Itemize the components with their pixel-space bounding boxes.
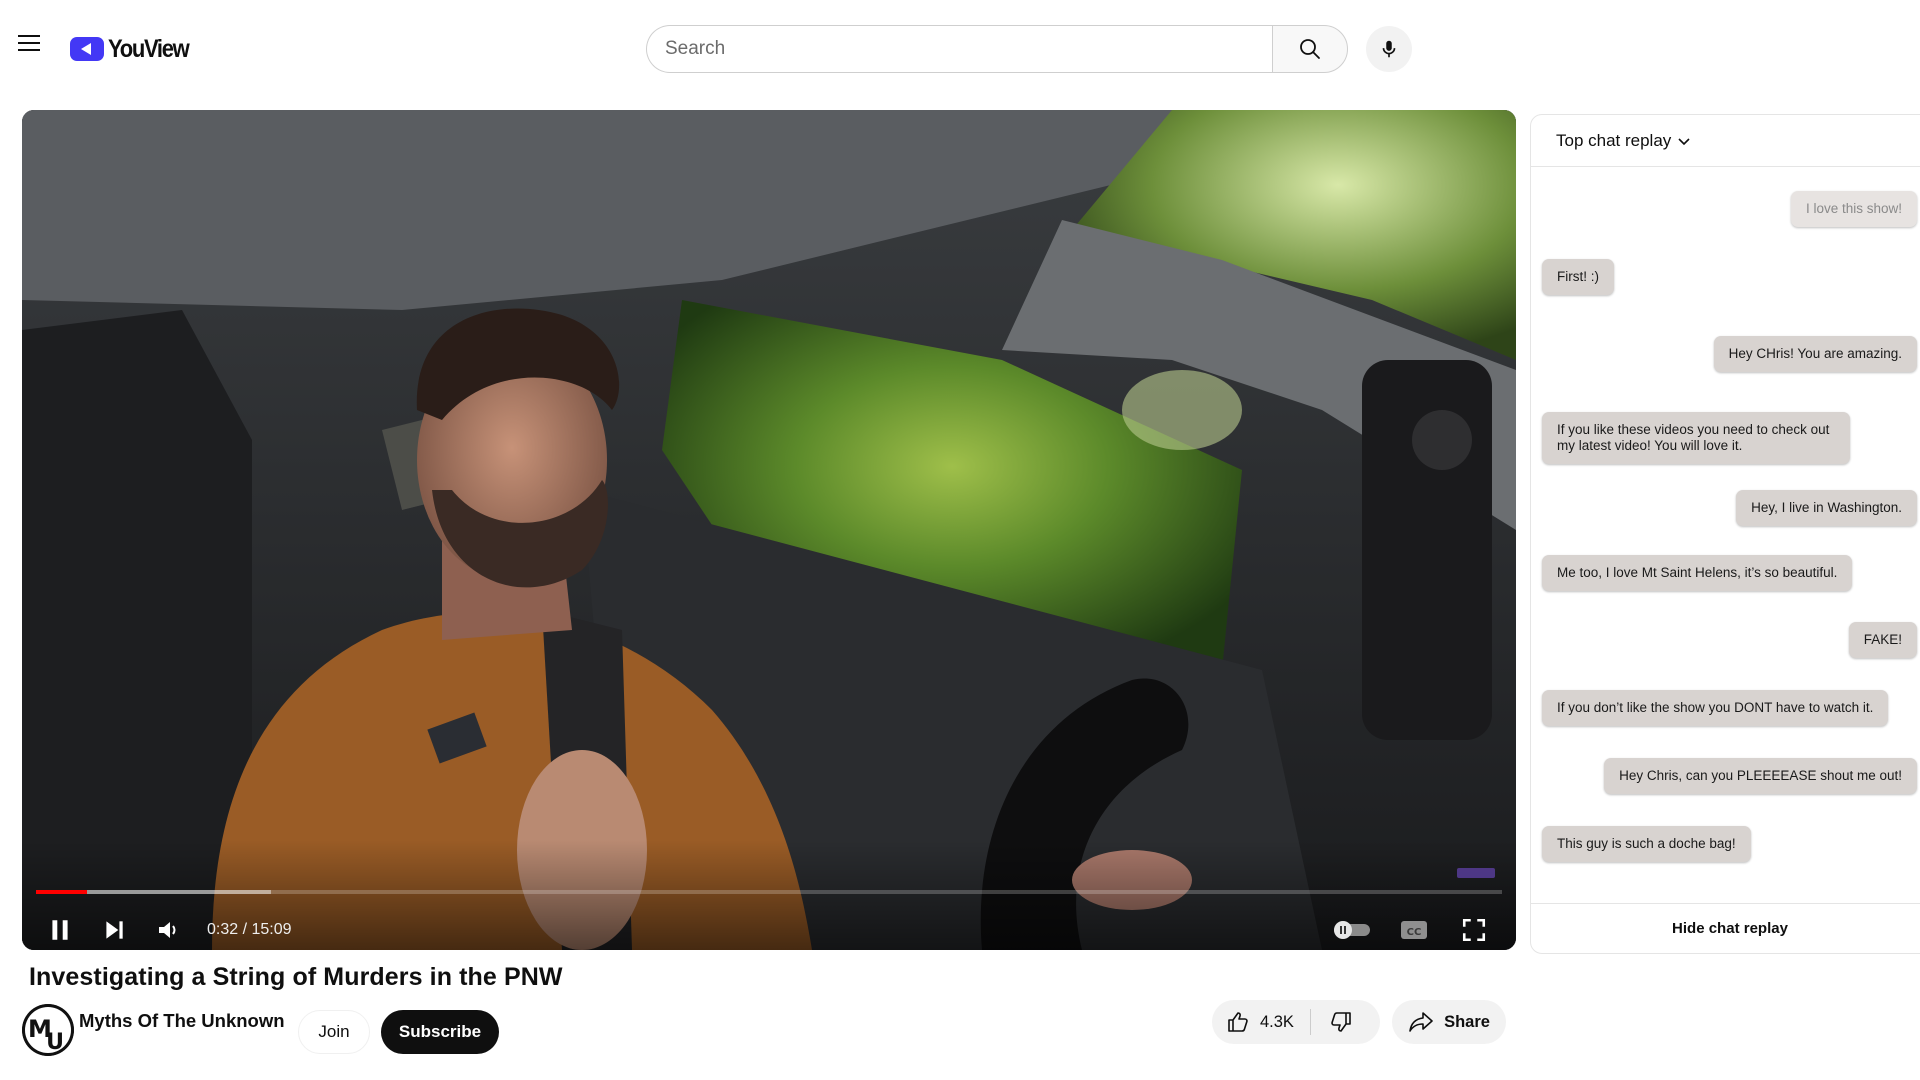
share-arrow-icon [1409, 1012, 1433, 1032]
search-icon [1300, 39, 1320, 59]
search-input[interactable] [646, 25, 1272, 73]
channel-avatar[interactable]: M U [22, 1004, 74, 1056]
captions-button[interactable]: CC [1394, 912, 1434, 948]
join-button[interactable]: Join [298, 1010, 370, 1054]
volume-icon [159, 922, 176, 938]
top-bar: YouView [0, 0, 1920, 98]
chat-message: If you don’t like the show you DONT have… [1542, 690, 1889, 726]
video-title: Investigating a String of Murders in the… [29, 963, 563, 991]
channel-name[interactable]: Myths Of The Unknown [79, 1010, 285, 1032]
chat-message: FAKE! [1848, 622, 1917, 658]
microphone-icon [1382, 40, 1396, 58]
chat-message: If you like these videos you need to che… [1542, 412, 1850, 464]
chat-header-label: Top chat replay [1556, 130, 1672, 150]
skip-next-icon [106, 921, 123, 939]
autoplay-toggle[interactable] [1330, 912, 1374, 948]
chat-replay-panel: Top chat replay I love this show! First!… [1530, 114, 1920, 954]
pause-button[interactable] [42, 912, 78, 948]
chat-message: This guy is such a doche bag! [1542, 826, 1751, 862]
share-label: Share [1444, 1012, 1490, 1031]
chat-messages: I love this show! First! :) Hey CHris! Y… [1531, 167, 1920, 905]
chat-message: Hey Chris, can you PLEEEEASE shout me ou… [1604, 758, 1917, 794]
thumbs-up-icon [1228, 1012, 1248, 1032]
channel-watermark [1457, 868, 1495, 878]
dislike-button[interactable] [1311, 1000, 1371, 1044]
hide-chat-button[interactable]: Hide chat replay [1531, 903, 1920, 953]
like-count: 4.3K [1260, 1012, 1294, 1031]
thumbs-down-icon [1331, 1012, 1351, 1032]
fullscreen-icon [1462, 918, 1486, 942]
video-frame [22, 110, 1516, 950]
like-dislike-group: 4.3K [1212, 1000, 1380, 1044]
app-logo[interactable]: YouView [70, 34, 199, 64]
chat-mode-dropdown[interactable]: Top chat replay [1531, 115, 1920, 167]
video-player[interactable]: 0:32 / 15:09 CC [22, 110, 1516, 950]
chat-message: I love this show! [1790, 191, 1917, 227]
channel-logo: M U [22, 1004, 74, 1056]
next-button[interactable] [96, 912, 132, 948]
subscribe-button[interactable]: Subscribe [381, 1010, 499, 1054]
share-button[interactable]: Share [1392, 1000, 1506, 1044]
chat-message: Hey, I live in Washington. [1736, 490, 1917, 526]
chevron-down-icon [1678, 137, 1690, 145]
progress-bar[interactable] [36, 890, 1502, 894]
app-name: YouView [108, 34, 190, 63]
time-display: 0:32 / 15:09 [207, 921, 292, 938]
chat-message: First! :) [1542, 259, 1614, 295]
svg-text:CC: CC [1407, 927, 1422, 938]
logo-play-icon [70, 37, 104, 61]
closed-captions-icon: CC [1401, 921, 1427, 939]
autoplay-toggle-icon [1334, 921, 1370, 939]
voice-search-button[interactable] [1366, 26, 1412, 72]
search-button[interactable] [1272, 25, 1348, 73]
volume-button[interactable] [150, 912, 186, 948]
pause-icon [52, 920, 68, 940]
chat-message: Me too, I love Mt Saint Helens, it’s so … [1542, 555, 1853, 591]
like-button[interactable]: 4.3K [1212, 1000, 1310, 1044]
search-bar [646, 25, 1348, 73]
svg-text:U: U [46, 1030, 64, 1055]
hamburger-menu-icon[interactable] [14, 30, 46, 62]
chat-message: Hey CHris! You are amazing. [1713, 336, 1917, 372]
fullscreen-button[interactable] [1454, 912, 1494, 948]
progress-played [36, 890, 88, 894]
